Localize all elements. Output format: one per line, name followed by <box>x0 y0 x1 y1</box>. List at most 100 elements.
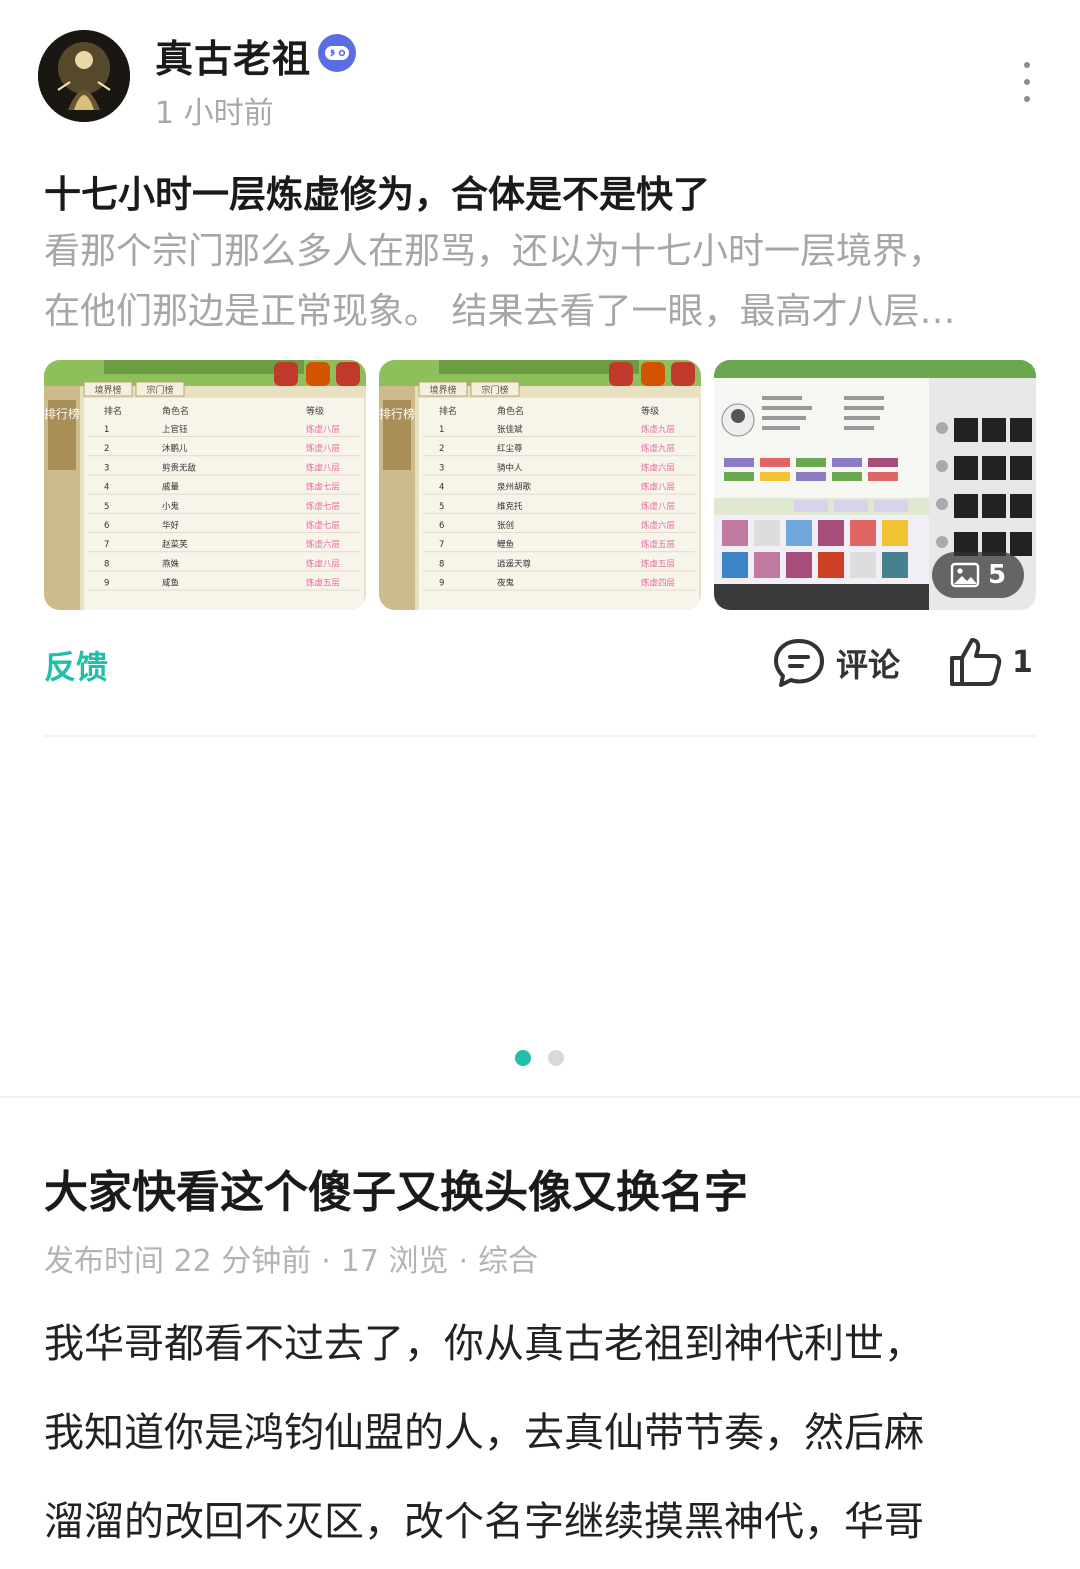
ranking-label: 排行榜 <box>44 406 80 421</box>
rank-number: 3 <box>439 463 444 473</box>
excerpt-line: 在他们那边是正常现象。 结果去看了一眼，最高才八层… <box>44 291 956 332</box>
author-name[interactable]: 真古老祖 <box>155 28 311 83</box>
rank-name: 维克托 <box>497 501 523 512</box>
rank-number: 7 <box>439 540 444 550</box>
post-time: 1 小时前 <box>155 96 274 131</box>
publish-time: 发布时间 22 分钟前 <box>44 1244 312 1279</box>
rank-name: 骑中人 <box>497 462 523 473</box>
rank-row-divider <box>88 570 360 572</box>
article-body: 我华哥都看不过去了，你从真古老祖到神代利世， 我知道你是鸿钧仙盟的人，去真仙带节… <box>44 1300 1036 1567</box>
rank-level: 炼虚五层 <box>306 578 340 589</box>
rank-level: 炼虚八层 <box>306 443 340 454</box>
svg-text:宗门榜: 宗门榜 <box>146 384 173 396</box>
rank-level: 炼虚八层 <box>641 501 675 512</box>
rank-name: 剪贵无敌 <box>162 462 197 473</box>
rank-number: 9 <box>104 579 109 589</box>
rank-row-divider <box>88 436 360 437</box>
rank-name: 夜鬼 <box>497 578 515 589</box>
body-line: 溜溜的改回不灭区，改个名字继续摸黑神代，华哥 <box>44 1499 924 1545</box>
like-button[interactable]: 1 <box>948 634 1033 690</box>
svg-text:境界榜: 境界榜 <box>429 384 456 396</box>
rank-level: 炼虚六层 <box>641 520 675 531</box>
carousel-pager[interactable] <box>0 1048 1080 1068</box>
post-image-thumbnail[interactable]: 排行榜 境界榜 宗门榜 排名 角色名 等级 1 上官钰 炼虚八层 2 沐鹏儿 炼虚八层 3 剪… <box>44 360 366 610</box>
rank-number: 8 <box>104 559 109 569</box>
rank-name: 燕姝 <box>162 558 180 569</box>
rank-level: 炼虚八层 <box>306 558 340 569</box>
rank-number: 6 <box>104 521 109 531</box>
rank-row-divider <box>88 589 360 591</box>
divider <box>44 735 1036 737</box>
post-images[interactable]: 排行榜 境界榜 宗门榜 排名 角色名 等级 1 上官钰 炼虚八层 2 沐鹏儿 炼虚八层 3 剪… <box>44 360 1036 610</box>
rank-row-divider <box>423 589 695 591</box>
post-title[interactable]: 十七小时一层炼虚修为，合体是不是快了 <box>44 164 710 218</box>
rank-number: 2 <box>104 444 109 454</box>
image-count: 5 <box>987 560 1007 590</box>
rank-name: 沐鹏儿 <box>162 443 188 454</box>
pager-dot-active[interactable] <box>515 1050 531 1066</box>
rank-number: 7 <box>104 540 109 550</box>
rank-row-divider <box>423 512 695 514</box>
rank-level: 炼虚六层 <box>306 539 340 550</box>
rank-level: 炼虚八层 <box>641 482 675 493</box>
post-image-thumbnail[interactable]: 排行榜 境界榜 宗门榜 排名 角色名 等级 1 张佳斌 炼虚九层 2 红尘尊 炼虚九层 3 骑… <box>379 360 701 610</box>
rank-name: 咸鱼 <box>162 578 179 589</box>
feed-post[interactable]: 真古老祖 1 小时前 十七小时一层炼虚修为，合体是不是快了 看那个宗门那么多人在… <box>0 0 1080 740</box>
rank-level: 炼虚五层 <box>641 558 675 569</box>
rank-level: 炼虚七层 <box>306 520 340 531</box>
article-title: 大家快看这个傻子又换头像又换名字 <box>44 1167 748 1218</box>
rank-name: 张创 <box>497 520 514 531</box>
rank-number: 9 <box>439 579 444 589</box>
rank-number: 1 <box>439 425 444 435</box>
rank-level: 炼虚八层 <box>306 424 340 435</box>
more-options-icon[interactable] <box>1010 62 1044 102</box>
svg-text:排名: 排名 <box>104 405 122 417</box>
rank-name: 上官钰 <box>162 424 188 435</box>
excerpt-line: 看那个宗门那么多人在那骂，还以为十七小时一层境界， <box>44 231 945 272</box>
rank-name: 逍遥天尊 <box>497 558 532 569</box>
author-avatar[interactable] <box>38 30 130 122</box>
body-line: 我知道你是鸿钧仙盟的人，去真仙带节奏，然后麻 <box>44 1410 924 1456</box>
rank-name: 泉州胡歌 <box>497 482 532 493</box>
ranking-screenshot-2: 排行榜 境界榜 宗门榜 排名 角色名 等级 1 张佳斌 炼虚九层2 红尘尊 炼虚九层3 骑… <box>379 360 701 610</box>
comment-button[interactable]: 评论 <box>772 636 900 690</box>
rank-level: 炼虚六层 <box>641 462 675 473</box>
rank-number: 5 <box>439 502 444 512</box>
rank-name: 赵菜芙 <box>162 539 188 550</box>
svg-text:等级: 等级 <box>641 405 659 417</box>
pager-dot[interactable] <box>548 1050 564 1066</box>
category[interactable]: 综合 <box>478 1244 538 1279</box>
comment-label: 评论 <box>836 646 901 684</box>
rank-row-divider <box>88 474 360 476</box>
image-gallery-icon <box>950 562 980 588</box>
rank-name: 鲤鱼 <box>497 539 514 550</box>
svg-text:等级: 等级 <box>306 405 324 417</box>
view-count: 17 浏览 <box>340 1244 449 1279</box>
rank-name: 红尘尊 <box>497 443 523 454</box>
ranking-label: 排行榜 <box>379 406 415 421</box>
rank-number: 2 <box>439 444 444 454</box>
rank-row-divider <box>423 474 695 476</box>
gamepad-badge-icon <box>318 34 356 72</box>
image-count-badge[interactable]: 5 <box>932 552 1024 598</box>
comment-icon <box>774 639 824 687</box>
rank-number: 1 <box>104 425 109 435</box>
rank-row-divider <box>423 493 695 495</box>
rank-row-divider <box>423 532 695 533</box>
svg-text:宗门榜: 宗门榜 <box>481 384 508 396</box>
rank-row-divider <box>88 551 360 553</box>
rank-level: 炼虚四层 <box>641 578 675 589</box>
post-excerpt[interactable]: 看那个宗门那么多人在那骂，还以为十七小时一层境界， 在他们那边是正常现象。 结果… <box>44 222 1034 342</box>
rank-name: 华好 <box>162 520 180 531</box>
article-meta: 发布时间 22 分钟前 · 17 浏览 · 综合 <box>44 1244 539 1279</box>
rank-name: 戚量 <box>162 482 180 493</box>
ranking-screenshot-1: 排行榜 境界榜 宗门榜 排名 角色名 等级 1 上官钰 炼虚八层2 沐鹏儿 炼虚八层3 剪… <box>44 360 366 610</box>
rank-level: 炼虚九层 <box>641 424 675 435</box>
section-divider <box>0 1096 1080 1098</box>
rank-number: 4 <box>104 483 109 493</box>
feedback-link[interactable]: 反馈 <box>44 642 108 688</box>
svg-text:角色名: 角色名 <box>162 405 189 417</box>
rank-name: 张佳斌 <box>497 424 523 435</box>
rank-row-divider <box>88 532 360 533</box>
rank-name: 小鬼 <box>162 501 180 512</box>
